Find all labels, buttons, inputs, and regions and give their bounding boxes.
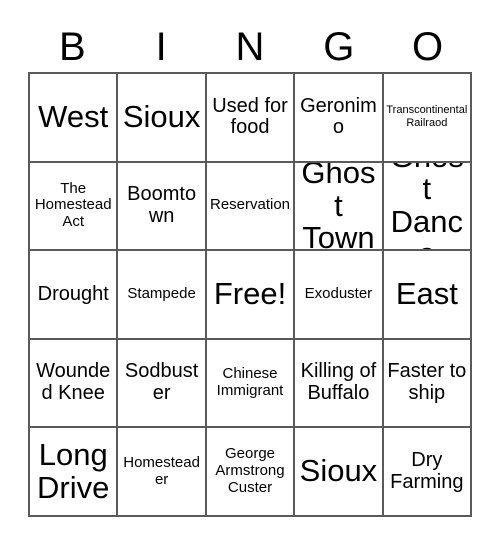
- bingo-cell-o3[interactable]: East: [383, 251, 473, 340]
- bingo-cell-label: Reservation: [209, 196, 291, 214]
- bingo-cell-o5[interactable]: Dry Farming: [383, 428, 473, 517]
- bingo-cell-label: Homesteader: [123, 453, 200, 488]
- bingo-cell-label: Transcontinental Railraod: [386, 104, 468, 130]
- bingo-grid: West Sioux Used for food Geronimo Transc…: [28, 72, 473, 517]
- bingo-cell-label: Geronimo: [300, 94, 377, 139]
- bingo-cell-g2[interactable]: Ghost Town: [295, 162, 384, 252]
- bingo-cell-label: Dry Farming: [390, 449, 464, 493]
- bingo-cell-n4[interactable]: Chinese Immigrant: [206, 339, 296, 429]
- bingo-cell-label: Wounded Knee: [36, 360, 111, 405]
- bingo-header-letter-g: G: [323, 25, 355, 69]
- bingo-cell-label: Free!: [213, 276, 287, 312]
- bingo-cell-label: Sioux: [122, 99, 201, 135]
- bingo-cell-o2[interactable]: Ghost Dance: [383, 162, 473, 252]
- bingo-row: Wounded Knee Sodbuster Chinese Immigrant…: [30, 339, 473, 429]
- bingo-cell-g4[interactable]: Killing of Buffalo: [295, 339, 384, 429]
- bingo-header-row: B I N G O: [28, 22, 472, 72]
- bingo-cell-label: Chinese Immigrant: [216, 365, 284, 400]
- bingo-cell-label: Sodbuster: [124, 360, 199, 405]
- bingo-cell-g3[interactable]: Exoduster: [295, 251, 384, 340]
- bingo-cell-o4[interactable]: Faster to ship: [383, 339, 473, 429]
- bingo-cell-i3[interactable]: Stampede: [118, 251, 207, 340]
- bingo-header-letter-i: I: [155, 25, 167, 69]
- bingo-cell-g5[interactable]: Sioux: [295, 428, 384, 517]
- bingo-cell-b5[interactable]: Long Drive: [30, 428, 119, 517]
- bingo-header-letter-o: O: [412, 25, 444, 69]
- bingo-cell-label: Faster to ship: [387, 360, 467, 405]
- bingo-cell-label: Stampede: [127, 285, 196, 303]
- bingo-cell-label: Drought: [37, 282, 109, 305]
- bingo-card: B I N G O West Sioux Used for food Geron…: [0, 0, 500, 544]
- bingo-cell-label: Sioux: [299, 453, 378, 489]
- bingo-cell-i1[interactable]: Sioux: [118, 74, 207, 163]
- bingo-cell-label: Exoduster: [304, 285, 373, 303]
- bingo-cell-n1[interactable]: Used for food: [206, 74, 296, 163]
- bingo-header-letter-b: B: [59, 25, 86, 69]
- bingo-cell-free-space[interactable]: Free!: [206, 251, 296, 340]
- bingo-cell-label: George Armstrong Custer: [215, 445, 285, 497]
- bingo-cell-label: Ghost Dance: [390, 163, 464, 250]
- bingo-cell-label: The Homestead Act: [34, 179, 112, 231]
- bingo-cell-b1[interactable]: West: [30, 74, 119, 163]
- bingo-row: West Sioux Used for food Geronimo Transc…: [30, 74, 473, 163]
- bingo-row: Long Drive Homesteader George Armstrong …: [30, 428, 473, 517]
- bingo-row: The Homestead Act Boomtown Reservation G…: [30, 162, 473, 252]
- bingo-cell-o1[interactable]: Transcontinental Railraod: [383, 74, 473, 163]
- bingo-cell-n2[interactable]: Reservation: [206, 162, 296, 252]
- bingo-cell-label: East: [395, 276, 458, 312]
- bingo-cell-i5[interactable]: Homesteader: [118, 428, 207, 517]
- bingo-cell-label: Killing of Buffalo: [300, 360, 377, 405]
- bingo-cell-b4[interactable]: Wounded Knee: [30, 339, 119, 429]
- bingo-cell-b3[interactable]: Drought: [30, 251, 119, 340]
- bingo-cell-label: Used for food: [212, 94, 288, 139]
- bingo-cell-n5[interactable]: George Armstrong Custer: [206, 428, 296, 517]
- bingo-cell-label: Ghost Town: [301, 162, 376, 252]
- bingo-header-letter-n: N: [235, 25, 265, 69]
- bingo-cell-label: West: [38, 99, 109, 135]
- bingo-cell-g1[interactable]: Geronimo: [295, 74, 384, 163]
- bingo-cell-i2[interactable]: Boomtown: [118, 162, 207, 252]
- bingo-cell-b2[interactable]: The Homestead Act: [30, 162, 119, 252]
- bingo-cell-label: Boomtown: [127, 183, 197, 227]
- bingo-row: Drought Stampede Free! Exoduster East: [30, 251, 473, 340]
- bingo-cell-i4[interactable]: Sodbuster: [118, 339, 207, 429]
- bingo-cell-label: Long Drive: [37, 437, 110, 505]
